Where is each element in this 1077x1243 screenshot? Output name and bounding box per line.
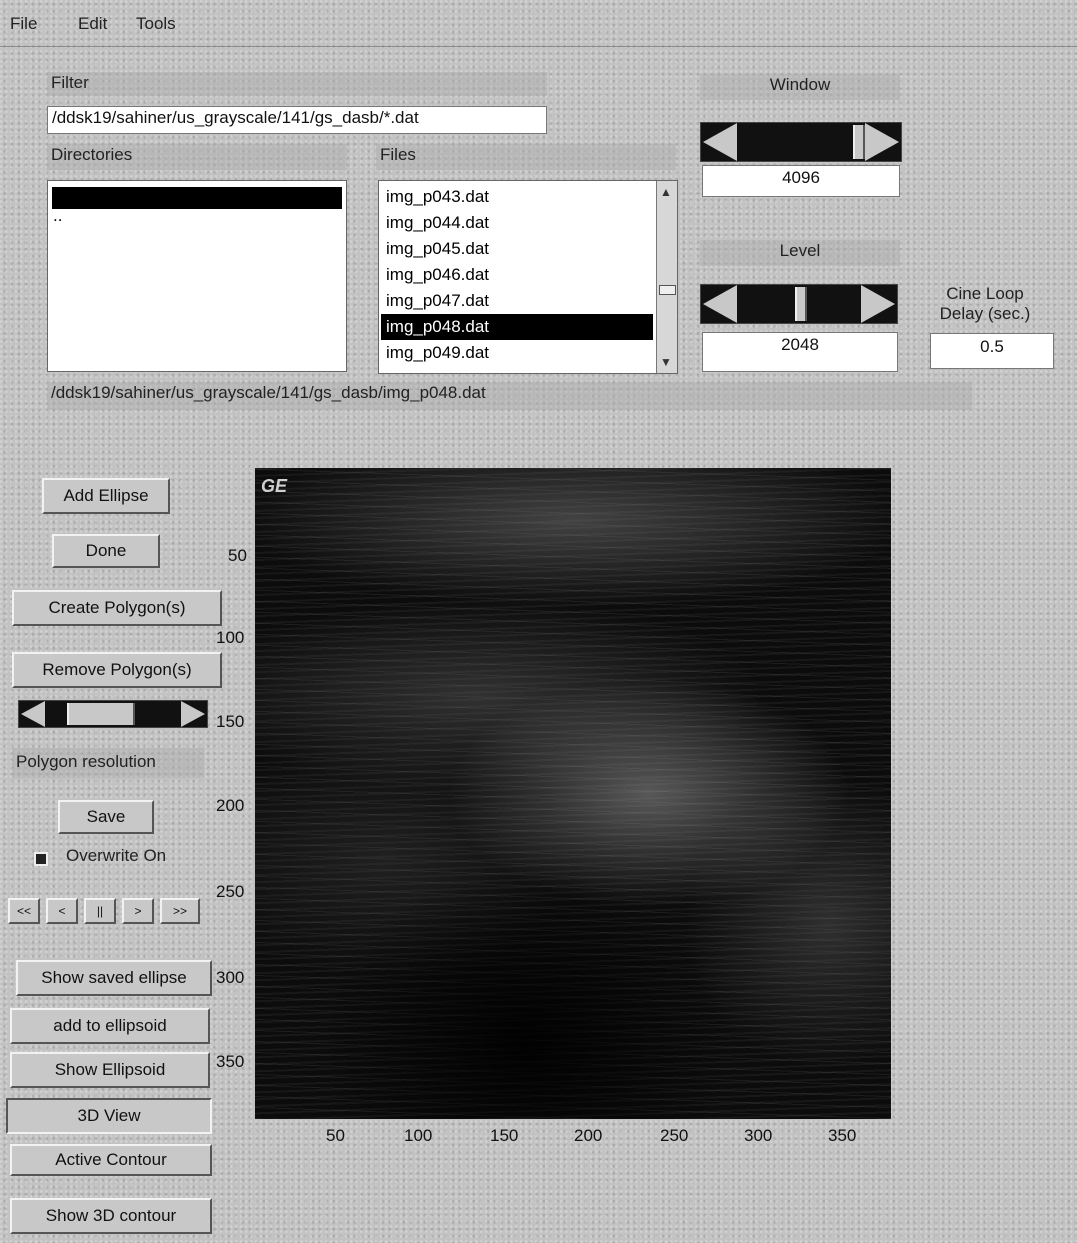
ultrasound-image[interactable]: GE xyxy=(255,468,891,1119)
window-label: Window xyxy=(700,74,900,100)
file-row[interactable]: img_p044.dat xyxy=(381,210,653,236)
y-tick: 50 xyxy=(228,546,247,565)
files-scrollbar[interactable]: ▲ ▼ xyxy=(656,181,677,373)
arrow-left-icon[interactable] xyxy=(703,285,737,323)
y-tick: 250 xyxy=(216,882,245,901)
cine-label: Cine Loop Delay (sec.) xyxy=(930,284,1040,324)
fast-forward-button[interactable]: >> xyxy=(160,898,200,924)
filter-label: Filter xyxy=(47,72,547,96)
file-row[interactable]: img_p045.dat xyxy=(381,236,653,262)
cine-label-line1: Cine Loop xyxy=(946,284,1024,303)
files-list: img_p043.dat img_p044.dat img_p045.dat i… xyxy=(378,180,678,374)
show-ellipsoid-button[interactable]: Show Ellipsoid xyxy=(10,1052,210,1088)
scroll-thumb[interactable] xyxy=(659,285,676,295)
scroll-up-icon[interactable]: ▲ xyxy=(660,185,672,199)
selection-path: /ddsk19/sahiner/us_grayscale/141/gs_dasb… xyxy=(47,382,972,410)
file-row[interactable]: img_p049.dat xyxy=(381,340,653,366)
menu-file[interactable]: File xyxy=(10,14,37,34)
polygon-resolution-slider[interactable] xyxy=(18,700,208,728)
directories-label: Directories xyxy=(47,144,347,170)
file-row-selected[interactable]: img_p048.dat xyxy=(381,314,653,340)
pause-button[interactable]: || xyxy=(84,898,116,924)
scroll-down-icon[interactable]: ▼ xyxy=(660,355,672,369)
y-tick: 350 xyxy=(216,1052,245,1071)
x-tick: 250 xyxy=(660,1126,689,1145)
rewind-button[interactable]: << xyxy=(8,898,40,924)
create-polygons-button[interactable]: Create Polygon(s) xyxy=(12,590,222,626)
arrow-right-icon[interactable] xyxy=(865,123,899,161)
files-label: Files xyxy=(376,144,676,170)
y-tick: 200 xyxy=(216,796,245,815)
window-value[interactable]: 4096 xyxy=(702,165,900,197)
3d-view-button[interactable]: 3D View xyxy=(6,1098,212,1134)
x-tick: 200 xyxy=(574,1126,603,1145)
y-tick: 100 xyxy=(216,628,245,647)
arrow-right-icon[interactable] xyxy=(861,285,895,323)
menu-edit[interactable]: Edit xyxy=(78,14,107,34)
y-tick: 150 xyxy=(216,712,245,731)
directory-row-parent[interactable]: .. xyxy=(48,207,346,229)
remove-polygons-button[interactable]: Remove Polygon(s) xyxy=(12,652,222,688)
filter-input[interactable]: /ddsk19/sahiner/us_grayscale/141/gs_dasb… xyxy=(47,106,547,134)
x-tick: 150 xyxy=(490,1126,519,1145)
level-slider-thumb[interactable] xyxy=(795,287,807,321)
add-ellipse-button[interactable]: Add Ellipse xyxy=(42,478,170,514)
show-saved-ellipse-button[interactable]: Show saved ellipse xyxy=(16,960,212,996)
active-contour-button[interactable]: Active Contour xyxy=(10,1144,212,1176)
save-button[interactable]: Save xyxy=(58,800,154,834)
directories-list: .. xyxy=(47,180,347,372)
polygon-resolution-thumb[interactable] xyxy=(67,703,135,725)
x-tick: 50 xyxy=(326,1126,345,1145)
polygon-resolution-label: Polygon resolution xyxy=(12,748,204,778)
file-row[interactable]: img_p047.dat xyxy=(381,288,653,314)
show-3d-contour-button[interactable]: Show 3D contour xyxy=(10,1198,212,1234)
ge-logo: GE xyxy=(261,476,288,496)
arrow-left-icon[interactable] xyxy=(703,123,737,161)
x-tick: 350 xyxy=(828,1126,857,1145)
arrow-left-icon[interactable] xyxy=(21,701,45,727)
window-slider-thumb[interactable] xyxy=(853,125,865,159)
file-row[interactable]: img_p046.dat xyxy=(381,262,653,288)
cine-label-line2: Delay (sec.) xyxy=(939,304,1031,323)
level-value[interactable]: 2048 xyxy=(702,332,898,372)
step-forward-button[interactable]: > xyxy=(122,898,154,924)
level-slider[interactable] xyxy=(700,284,898,324)
overwrite-checkbox[interactable] xyxy=(34,852,48,866)
step-back-button[interactable]: < xyxy=(46,898,78,924)
directory-row-current[interactable] xyxy=(52,187,342,209)
window-slider[interactable] xyxy=(700,122,902,162)
arrow-right-icon[interactable] xyxy=(181,701,205,727)
ultrasound-shadow xyxy=(315,868,735,1118)
x-tick: 100 xyxy=(404,1126,433,1145)
file-row[interactable]: img_p043.dat xyxy=(381,184,653,210)
cine-delay-input[interactable]: 0.5 xyxy=(930,333,1054,369)
done-button[interactable]: Done xyxy=(52,534,160,568)
overwrite-label: Overwrite On xyxy=(66,846,167,865)
level-label: Level xyxy=(700,240,900,266)
add-to-ellipsoid-button[interactable]: add to ellipsoid xyxy=(10,1008,210,1044)
menu-tools[interactable]: Tools xyxy=(136,14,176,34)
x-tick: 300 xyxy=(744,1126,773,1145)
y-tick: 300 xyxy=(216,968,245,987)
